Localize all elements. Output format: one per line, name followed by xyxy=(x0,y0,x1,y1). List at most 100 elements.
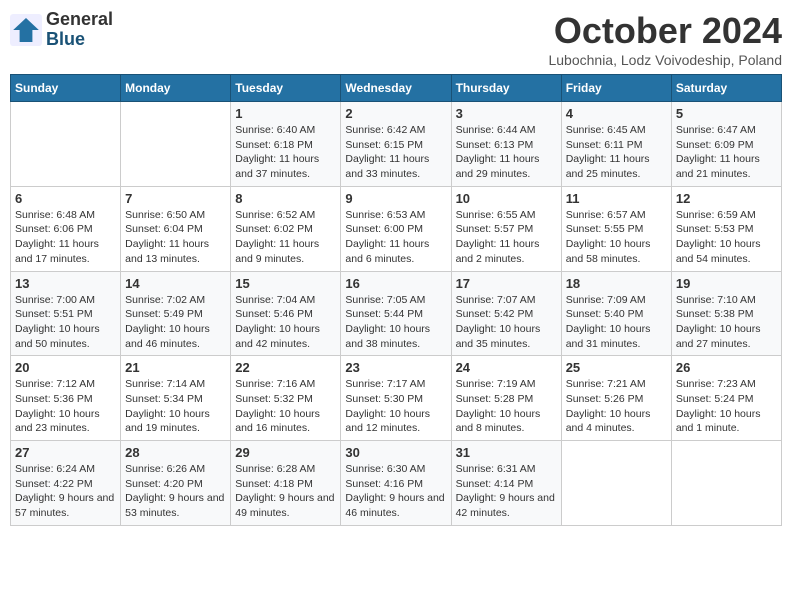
day-info: Sunrise: 7:23 AM Sunset: 5:24 PM Dayligh… xyxy=(676,377,777,436)
calendar-cell: 19Sunrise: 7:10 AM Sunset: 5:38 PM Dayli… xyxy=(671,271,781,356)
day-number: 15 xyxy=(235,276,336,291)
title-block: October 2024 Lubochnia, Lodz Voivodeship… xyxy=(548,10,782,68)
day-info: Sunrise: 6:57 AM Sunset: 5:55 PM Dayligh… xyxy=(566,208,667,267)
calendar-cell: 20Sunrise: 7:12 AM Sunset: 5:36 PM Dayli… xyxy=(11,356,121,441)
calendar-cell: 13 Sunrise: 7:00 AM Sunset: 5:51 PM Dayli… xyxy=(11,271,121,356)
calendar-cell xyxy=(561,441,671,526)
day-info: Sunrise: 7:02 AM Sunset: 5:49 PM Dayligh… xyxy=(125,293,226,352)
calendar-cell: 23 Sunrise: 7:17 AM Sunset: 5:30 PM Dayli… xyxy=(341,356,451,441)
day-number: 22 xyxy=(235,360,336,375)
day-info: Sunrise: 6:45 AM Sunset: 6:11 PM Dayligh… xyxy=(566,123,667,182)
day-number: 21 xyxy=(125,360,226,375)
calendar-header-row: SundayMondayTuesdayWednesdayThursdayFrid… xyxy=(11,75,782,102)
day-info: Sunrise: 7:17 AM Sunset: 5:30 PM Dayligh… xyxy=(345,377,446,436)
day-number: 2 xyxy=(345,106,446,121)
calendar-cell: 4 Sunrise: 6:45 AM Sunset: 6:11 PM Daylig… xyxy=(561,102,671,187)
calendar-body: 1 Sunrise: 6:40 AM Sunset: 6:18 PM Daylig… xyxy=(11,102,782,526)
calendar-cell: 2Sunrise: 6:42 AM Sunset: 6:15 PM Daylig… xyxy=(341,102,451,187)
day-header-saturday: Saturday xyxy=(671,75,781,102)
calendar-cell: 9 Sunrise: 6:53 AM Sunset: 6:00 PM Daylig… xyxy=(341,186,451,271)
day-number: 4 xyxy=(566,106,667,121)
day-number: 10 xyxy=(456,191,557,206)
day-info: Sunrise: 7:00 AM Sunset: 5:51 PM Dayligh… xyxy=(15,293,116,352)
day-number: 11 xyxy=(566,191,667,206)
calendar-table: SundayMondayTuesdayWednesdayThursdayFrid… xyxy=(10,74,782,526)
day-number: 7 xyxy=(125,191,226,206)
day-number: 29 xyxy=(235,445,336,460)
calendar-cell xyxy=(121,102,231,187)
day-number: 28 xyxy=(125,445,226,460)
page-header: General Blue October 2024 Lubochnia, Lod… xyxy=(10,10,782,68)
calendar-cell: 27 Sunrise: 6:24 AM Sunset: 4:22 PM Dayli… xyxy=(11,441,121,526)
day-number: 26 xyxy=(676,360,777,375)
calendar-cell: 29 Sunrise: 6:28 AM Sunset: 4:18 PM Dayli… xyxy=(231,441,341,526)
day-number: 6 xyxy=(15,191,116,206)
day-info: Sunrise: 6:44 AM Sunset: 6:13 PM Dayligh… xyxy=(456,123,557,182)
day-info: Sunrise: 6:59 AM Sunset: 5:53 PM Dayligh… xyxy=(676,208,777,267)
month-title: October 2024 xyxy=(548,10,782,52)
week-row-3: 13 Sunrise: 7:00 AM Sunset: 5:51 PM Dayli… xyxy=(11,271,782,356)
day-number: 23 xyxy=(345,360,446,375)
day-info: Sunrise: 6:24 AM Sunset: 4:22 PM Dayligh… xyxy=(15,462,116,521)
day-info: Sunrise: 6:55 AM Sunset: 5:57 PM Dayligh… xyxy=(456,208,557,267)
calendar-cell: 26 Sunrise: 7:23 AM Sunset: 5:24 PM Dayli… xyxy=(671,356,781,441)
week-row-1: 1 Sunrise: 6:40 AM Sunset: 6:18 PM Daylig… xyxy=(11,102,782,187)
day-info: Sunrise: 6:31 AM Sunset: 4:14 PM Dayligh… xyxy=(456,462,557,521)
calendar-cell: 16 Sunrise: 7:05 AM Sunset: 5:44 PM Dayli… xyxy=(341,271,451,356)
day-info: Sunrise: 7:19 AM Sunset: 5:28 PM Dayligh… xyxy=(456,377,557,436)
day-number: 9 xyxy=(345,191,446,206)
logo-line1: General xyxy=(46,10,113,30)
day-info: Sunrise: 7:16 AM Sunset: 5:32 PM Dayligh… xyxy=(235,377,336,436)
day-header-monday: Monday xyxy=(121,75,231,102)
calendar-cell: 28 Sunrise: 6:26 AM Sunset: 4:20 PM Dayli… xyxy=(121,441,231,526)
day-number: 5 xyxy=(676,106,777,121)
day-info: Sunrise: 6:50 AM Sunset: 6:04 PM Dayligh… xyxy=(125,208,226,267)
calendar-cell: 11 Sunrise: 6:57 AM Sunset: 5:55 PM Dayli… xyxy=(561,186,671,271)
day-info: Sunrise: 6:26 AM Sunset: 4:20 PM Dayligh… xyxy=(125,462,226,521)
calendar-cell: 18 Sunrise: 7:09 AM Sunset: 5:40 PM Dayli… xyxy=(561,271,671,356)
logo-text: General Blue xyxy=(46,10,113,50)
logo-icon xyxy=(10,14,42,46)
calendar-cell: 5 Sunrise: 6:47 AM Sunset: 6:09 PM Daylig… xyxy=(671,102,781,187)
calendar-cell: 12 Sunrise: 6:59 AM Sunset: 5:53 PM Dayli… xyxy=(671,186,781,271)
day-number: 13 xyxy=(15,276,116,291)
day-number: 16 xyxy=(345,276,446,291)
calendar-cell: 1 Sunrise: 6:40 AM Sunset: 6:18 PM Daylig… xyxy=(231,102,341,187)
calendar-cell: 31Sunrise: 6:31 AM Sunset: 4:14 PM Dayli… xyxy=(451,441,561,526)
day-header-sunday: Sunday xyxy=(11,75,121,102)
day-info: Sunrise: 6:52 AM Sunset: 6:02 PM Dayligh… xyxy=(235,208,336,267)
calendar-cell xyxy=(671,441,781,526)
day-info: Sunrise: 7:05 AM Sunset: 5:44 PM Dayligh… xyxy=(345,293,446,352)
calendar-cell: 17Sunrise: 7:07 AM Sunset: 5:42 PM Dayli… xyxy=(451,271,561,356)
day-number: 12 xyxy=(676,191,777,206)
day-number: 18 xyxy=(566,276,667,291)
day-number: 25 xyxy=(566,360,667,375)
day-info: Sunrise: 6:53 AM Sunset: 6:00 PM Dayligh… xyxy=(345,208,446,267)
day-header-wednesday: Wednesday xyxy=(341,75,451,102)
calendar-cell: 30Sunrise: 6:30 AM Sunset: 4:16 PM Dayli… xyxy=(341,441,451,526)
day-number: 1 xyxy=(235,106,336,121)
location-subtitle: Lubochnia, Lodz Voivodeship, Poland xyxy=(548,52,782,68)
calendar-cell: 21 Sunrise: 7:14 AM Sunset: 5:34 PM Dayli… xyxy=(121,356,231,441)
calendar-cell: 6Sunrise: 6:48 AM Sunset: 6:06 PM Daylig… xyxy=(11,186,121,271)
calendar-cell xyxy=(11,102,121,187)
day-info: Sunrise: 6:47 AM Sunset: 6:09 PM Dayligh… xyxy=(676,123,777,182)
day-number: 19 xyxy=(676,276,777,291)
day-info: Sunrise: 7:09 AM Sunset: 5:40 PM Dayligh… xyxy=(566,293,667,352)
day-info: Sunrise: 6:40 AM Sunset: 6:18 PM Dayligh… xyxy=(235,123,336,182)
day-number: 27 xyxy=(15,445,116,460)
day-number: 30 xyxy=(345,445,446,460)
day-info: Sunrise: 6:28 AM Sunset: 4:18 PM Dayligh… xyxy=(235,462,336,521)
calendar-cell: 10 Sunrise: 6:55 AM Sunset: 5:57 PM Dayli… xyxy=(451,186,561,271)
calendar-cell: 24 Sunrise: 7:19 AM Sunset: 5:28 PM Dayli… xyxy=(451,356,561,441)
calendar-cell: 14Sunrise: 7:02 AM Sunset: 5:49 PM Dayli… xyxy=(121,271,231,356)
day-number: 24 xyxy=(456,360,557,375)
day-number: 8 xyxy=(235,191,336,206)
calendar-cell: 8 Sunrise: 6:52 AM Sunset: 6:02 PM Daylig… xyxy=(231,186,341,271)
calendar-cell: 22 Sunrise: 7:16 AM Sunset: 5:32 PM Dayli… xyxy=(231,356,341,441)
day-info: Sunrise: 7:07 AM Sunset: 5:42 PM Dayligh… xyxy=(456,293,557,352)
day-info: Sunrise: 7:21 AM Sunset: 5:26 PM Dayligh… xyxy=(566,377,667,436)
day-info: Sunrise: 7:14 AM Sunset: 5:34 PM Dayligh… xyxy=(125,377,226,436)
calendar-cell: 7 Sunrise: 6:50 AM Sunset: 6:04 PM Daylig… xyxy=(121,186,231,271)
calendar-cell: 3Sunrise: 6:44 AM Sunset: 6:13 PM Daylig… xyxy=(451,102,561,187)
